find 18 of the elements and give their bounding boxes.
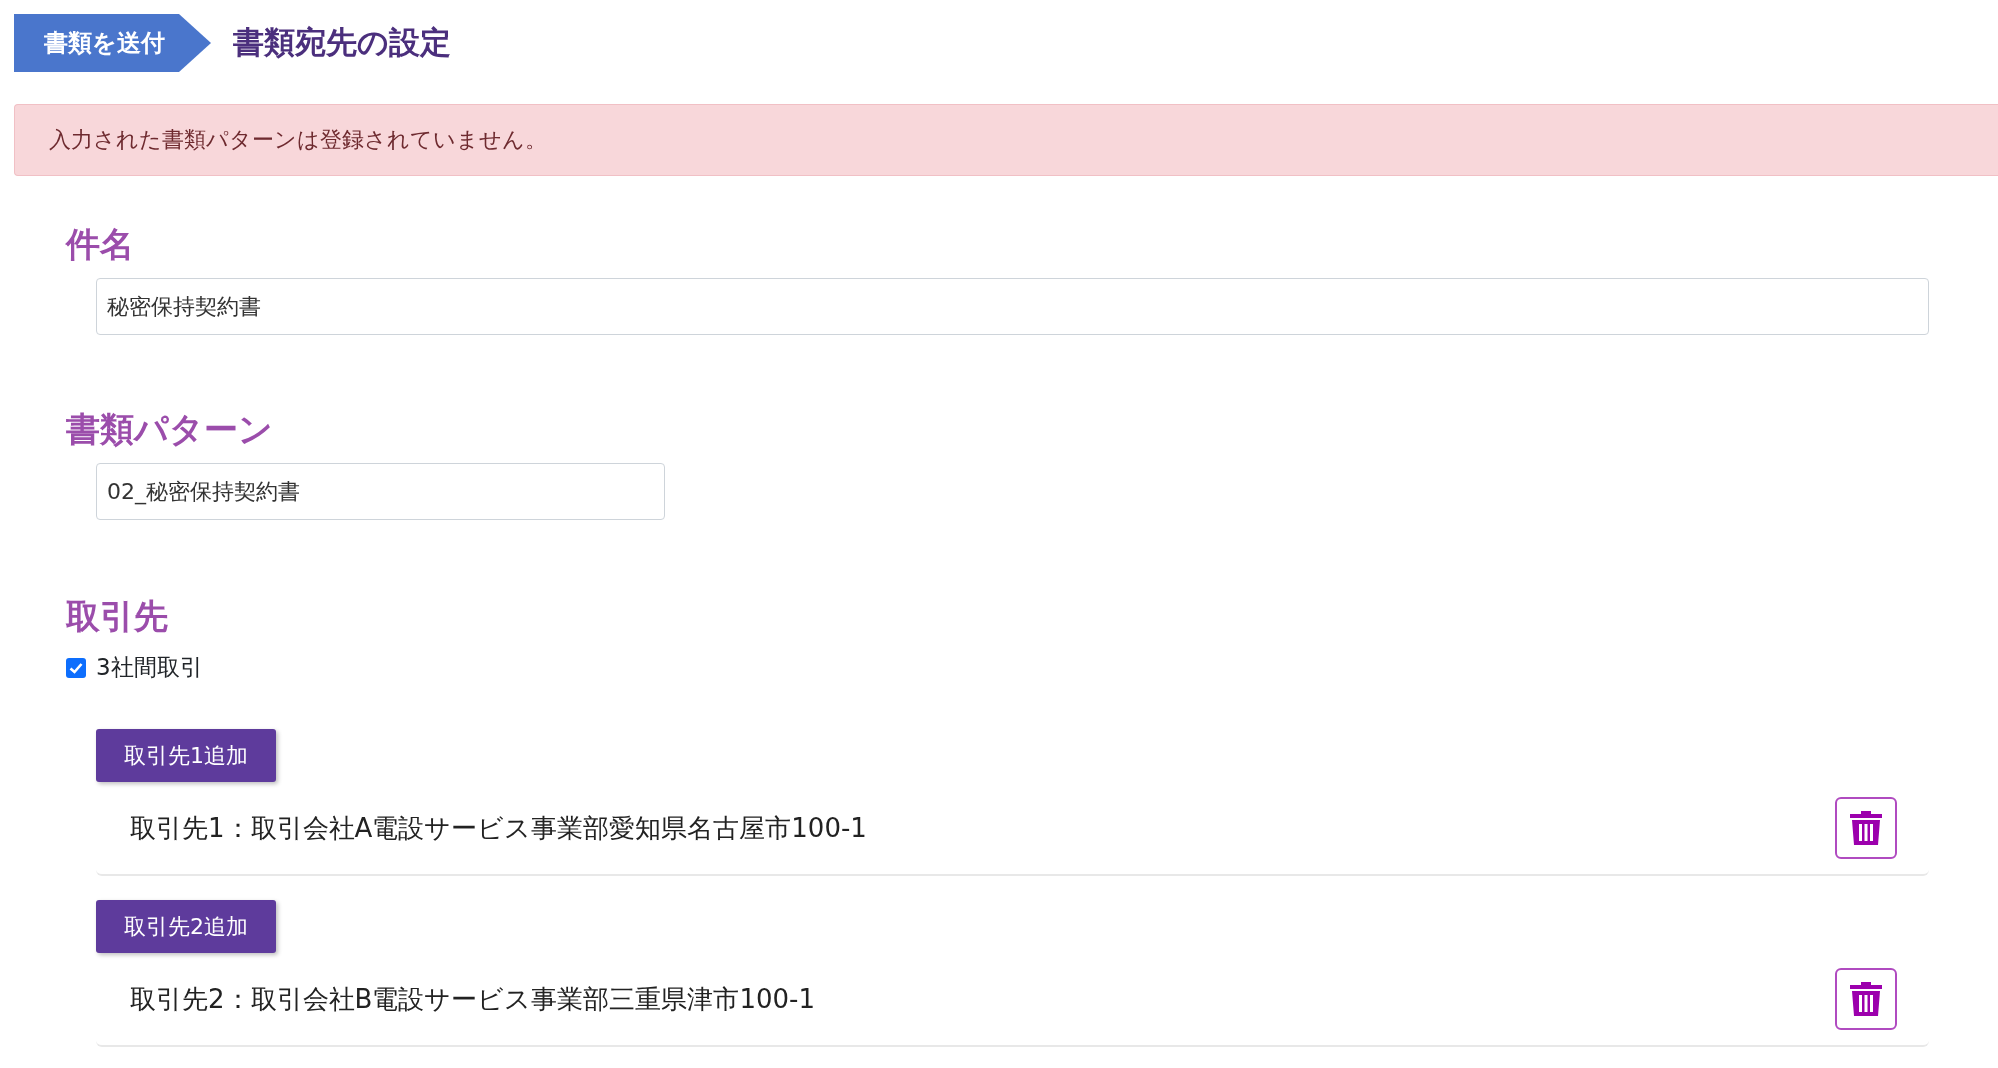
pattern-field[interactable]: 02_秘密保持契約書 [96, 463, 665, 520]
checkbox-label: 3社間取引 [96, 653, 203, 682]
partner-text: 取引先2：取引会社B電設サービス事業部三重県津市100-1 [130, 982, 815, 1016]
checkbox[interactable] [66, 657, 86, 678]
trash-icon [1849, 981, 1883, 1017]
delete-button[interactable] [1835, 797, 1897, 859]
section-heading: 件名 [66, 223, 135, 266]
section-heading: 書類パターン [66, 408, 274, 451]
subject-field[interactable]: 秘密保持契約書 [96, 278, 1929, 335]
section-heading: 取引先 [66, 595, 169, 638]
error-alert: 入力された書類パターンは登録されていません。 [14, 104, 1998, 176]
add-partner-button[interactable]: 取引先2追加 [96, 900, 276, 953]
delete-button[interactable] [1835, 968, 1897, 1030]
breadcrumb-step[interactable]: 書類を送付 [14, 14, 211, 72]
add-partner-button[interactable]: 取引先1追加 [96, 729, 276, 782]
page-title: 書類宛先の設定 [233, 23, 451, 62]
partner-text: 取引先1：取引会社A電設サービス事業部愛知県名古屋市100-1 [130, 811, 867, 845]
trash-icon [1849, 810, 1883, 846]
